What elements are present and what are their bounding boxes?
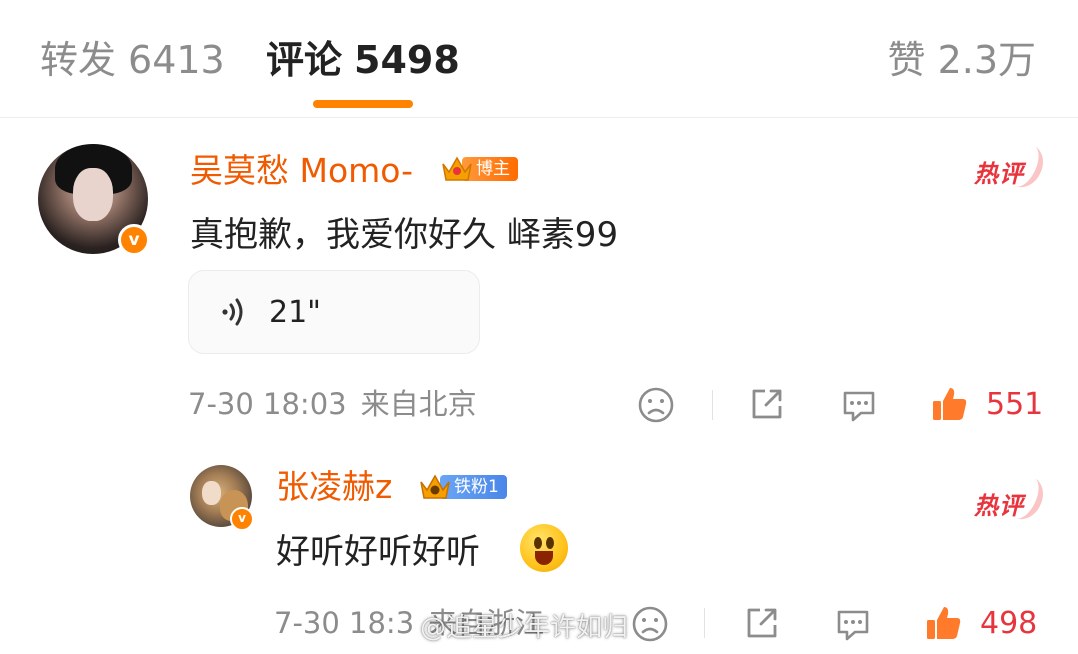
- comment-tabs: 转发 6413 评论 5498 赞 2.3万: [0, 0, 1078, 118]
- watermark: @追星少年许如归: [420, 613, 629, 643]
- voice-duration: 21": [269, 294, 321, 330]
- hot-comment-tag: 热评: [974, 154, 1024, 189]
- divider: [712, 390, 713, 420]
- tab-comments[interactable]: 评论 5498: [266, 36, 460, 84]
- verified-badge-icon: v: [118, 224, 150, 256]
- tab-comments-count: 5498: [354, 38, 460, 82]
- dislike-icon[interactable]: [636, 385, 676, 425]
- tab-repost-label: 转发: [40, 38, 117, 82]
- comment-text: 真抱歉，我爱你好久 峄素99: [190, 215, 619, 255]
- thumbs-up-icon[interactable]: [930, 384, 970, 424]
- crown-icon: [418, 470, 452, 504]
- host-badge[interactable]: 博主: [440, 152, 518, 186]
- crown-icon: [440, 152, 474, 186]
- tab-repost-count: 6413: [128, 38, 225, 82]
- tab-likes-count: 2.3万: [937, 38, 1036, 82]
- thumbs-up-icon[interactable]: [924, 603, 964, 643]
- tab-likes-label: 赞: [887, 38, 926, 82]
- tab-comments-label: 评论: [266, 38, 343, 82]
- dislike-icon[interactable]: [630, 604, 670, 644]
- divider: [704, 608, 705, 638]
- share-icon[interactable]: [742, 603, 782, 643]
- voice-message-button[interactable]: 21": [188, 270, 480, 354]
- tab-repost[interactable]: 转发 6413: [40, 36, 225, 84]
- comment-meta: 7-30 18:03 来自北京: [188, 386, 477, 422]
- username[interactable]: 张凌赫z: [276, 467, 392, 507]
- reply-icon[interactable]: [833, 604, 873, 644]
- comment-time: 7-30 18:03: [188, 387, 347, 421]
- active-tab-indicator: [313, 100, 413, 108]
- comment-location: 来自北京: [360, 387, 477, 421]
- fan-badge[interactable]: 铁粉1: [418, 470, 507, 504]
- comment-text: 好听好听好听: [276, 532, 480, 572]
- like-count: 551: [986, 387, 1044, 422]
- comment-time: 7-30 18:3: [274, 606, 415, 640]
- hot-comment-tag: 热评: [974, 486, 1024, 521]
- surprised-emoji-icon: [520, 524, 568, 572]
- verified-badge-icon: v: [230, 507, 254, 531]
- reply-icon[interactable]: [839, 385, 879, 425]
- like-count: 498: [980, 606, 1038, 641]
- sound-wave-icon: [215, 292, 255, 332]
- username[interactable]: 吴莫愁 Momo-: [190, 151, 413, 191]
- share-icon[interactable]: [747, 384, 787, 424]
- tab-likes[interactable]: 赞 2.3万: [888, 36, 1036, 84]
